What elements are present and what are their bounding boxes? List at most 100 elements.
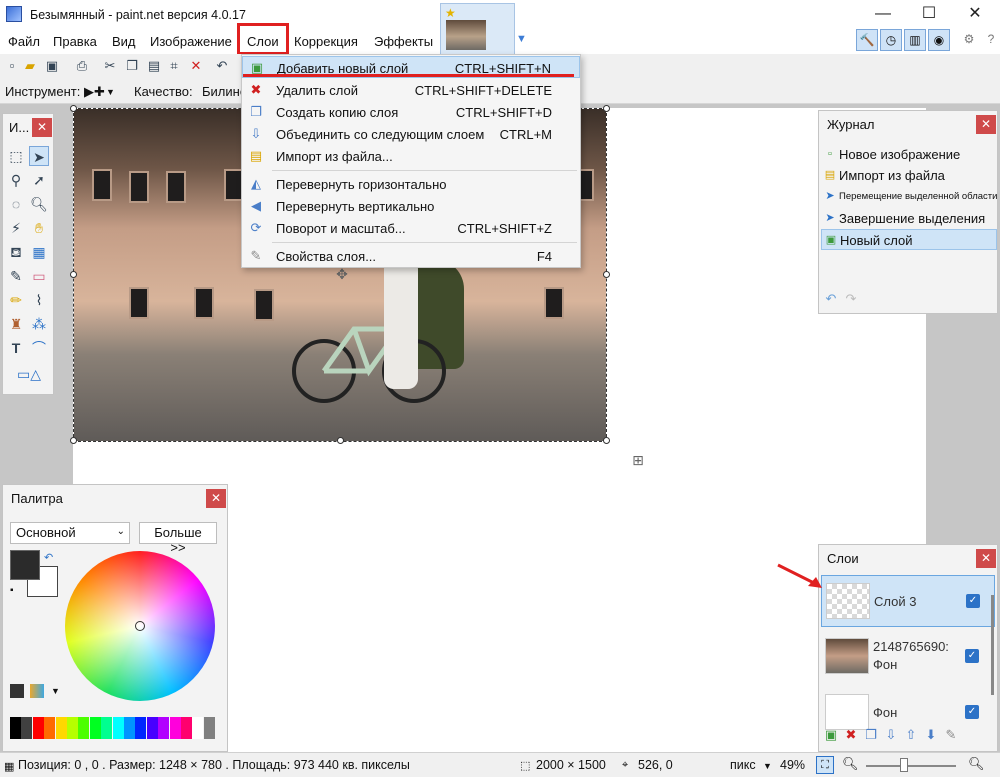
history-undo-icon[interactable]: ↶ (823, 291, 839, 307)
add-color-icon[interactable] (10, 684, 24, 698)
magic-wand-icon[interactable]: ⚡︎ (6, 218, 26, 238)
open-file-icon[interactable]: ▰ (22, 58, 38, 74)
move-selected-icon[interactable]: ➤ (29, 146, 49, 166)
palette-swatch[interactable] (146, 717, 158, 739)
merge-down-icon[interactable]: ⇩ (883, 727, 899, 743)
layers-panel-close-button[interactable]: ✕ (976, 549, 996, 568)
recolor-icon[interactable]: ⁂ (29, 314, 49, 334)
delete-layer-icon[interactable]: ✖ (843, 727, 859, 743)
primary-color-swatch[interactable] (10, 550, 40, 580)
crop-icon[interactable]: ⌗ (166, 58, 182, 74)
palette-menu-icon[interactable] (30, 684, 44, 698)
palette-swatch[interactable] (21, 717, 33, 739)
palette-swatch[interactable] (181, 717, 192, 739)
paintbrush-icon[interactable]: ✎ (6, 266, 26, 286)
layer-visibility-checkbox[interactable]: ✓ (965, 705, 979, 719)
selection-handle[interactable] (603, 437, 610, 444)
menu-item-layer-properties[interactable]: ✎ Свойства слоя... F4 (242, 245, 580, 267)
fit-window-icon[interactable]: ⛶ (816, 756, 834, 774)
pan-icon[interactable]: ✋︎ (29, 218, 49, 238)
palette-swatch[interactable] (124, 717, 135, 739)
maximize-button[interactable]: ☐ (906, 0, 952, 30)
close-window-button[interactable]: ✕ (952, 0, 998, 30)
move-layer-down-icon[interactable]: ⬇ (923, 727, 939, 743)
color-wheel-picker[interactable] (135, 621, 145, 631)
shapes-icon[interactable]: ▭△ (9, 364, 49, 384)
palette-dropdown-icon[interactable]: ▼ (51, 686, 60, 696)
palette-swatch[interactable] (10, 717, 21, 739)
history-item[interactable]: ▤ Импорт из файла (821, 165, 997, 186)
layers-scrollbar[interactable] (991, 595, 994, 695)
selection-handle[interactable] (603, 105, 610, 112)
palette-swatch[interactable] (32, 717, 44, 739)
menu-item-flip-horizontal[interactable]: ◭ Перевернуть горизонтально (242, 173, 580, 195)
colors-toggle-icon[interactable]: ◉ (928, 29, 950, 51)
color-picker-icon[interactable]: ⌇ (29, 290, 49, 310)
paste-icon[interactable]: ▤ (146, 58, 162, 74)
selection-handle[interactable] (70, 271, 77, 278)
palette-swatch[interactable] (55, 717, 67, 739)
menu-item-flip-vertical[interactable]: ◀ Перевернуть вертикально (242, 195, 580, 217)
paint-bucket-icon[interactable]: ⛾ (6, 242, 26, 262)
menu-adjustments[interactable]: Коррекция (294, 34, 358, 49)
selection-handle[interactable] (70, 437, 77, 444)
ellipse-select-icon[interactable]: ◌ (6, 194, 26, 214)
clone-stamp-icon[interactable]: ♜ (6, 314, 26, 334)
eraser-icon[interactable]: ▭ (29, 266, 49, 286)
text-tool-icon[interactable]: T (6, 338, 26, 358)
layer-visibility-checkbox[interactable]: ✓ (965, 649, 979, 663)
palette-swatch[interactable] (169, 717, 181, 739)
gradient-icon[interactable]: ▦ (29, 242, 49, 262)
palette-swatch[interactable] (203, 717, 215, 739)
settings-gear-icon[interactable]: ⚙ (958, 29, 980, 51)
move-layer-up-icon[interactable]: ⇧ (903, 727, 919, 743)
palette-swatch[interactable] (44, 717, 56, 739)
zoom-value[interactable]: 49% (780, 758, 805, 772)
menu-edit[interactable]: Правка (53, 34, 97, 49)
history-toggle-icon[interactable]: ◷ (880, 29, 902, 51)
rect-select-icon[interactable]: ⬚ (6, 146, 26, 166)
minimize-button[interactable]: — (860, 0, 906, 30)
units-dropdown-icon[interactable]: ▼ (763, 761, 772, 771)
more-colors-button[interactable]: Больше >> (139, 522, 217, 555)
current-tool-icon[interactable]: ▶✚ (84, 84, 105, 100)
palette-swatch[interactable] (112, 717, 124, 739)
zoom-out-icon[interactable]: 🔍︎ (842, 756, 859, 772)
undo-icon[interactable]: ↶ (214, 58, 230, 74)
palette-swatch[interactable] (67, 717, 78, 739)
history-redo-icon[interactable]: ↷ (843, 291, 859, 307)
palette-swatch[interactable] (192, 717, 204, 739)
help-icon[interactable]: ? (980, 29, 1000, 51)
menu-view[interactable]: Вид (112, 34, 136, 49)
menu-file[interactable]: Файл (8, 34, 40, 49)
reset-colors-icon[interactable]: ▪ (10, 585, 14, 596)
layer-visibility-checkbox[interactable]: ✓ (966, 594, 980, 608)
palette-mode-select[interactable]: Основной ⌄ (10, 522, 130, 544)
history-item[interactable]: ➤ Завершение выделения (821, 208, 997, 229)
save-icon[interactable]: ▣ (44, 58, 60, 74)
palette-swatch[interactable] (135, 717, 147, 739)
tab-dropdown-icon[interactable]: ▼ (516, 33, 527, 45)
menu-image[interactable]: Изображение (150, 34, 232, 49)
history-item[interactable]: ➤ Перемещение выделенной области (821, 186, 997, 207)
menu-effects[interactable]: Эффекты (374, 34, 433, 49)
copy-icon[interactable]: ❐ (124, 58, 140, 74)
units-select[interactable]: пикс (730, 758, 756, 772)
zoom-slider-track[interactable] (866, 765, 956, 767)
layers-toggle-icon[interactable]: ▥ (904, 29, 926, 51)
layer-row-selected[interactable]: Слой 3 ✓ (821, 575, 995, 627)
zoom-in-icon[interactable]: 🔍︎ (968, 756, 985, 772)
layer-row[interactable]: 2148765690: Фон ✓ (821, 631, 995, 683)
swap-colors-icon[interactable]: ↶ (44, 551, 53, 564)
palette-swatch[interactable] (78, 717, 90, 739)
line-curve-icon[interactable]: ⌒ (29, 338, 49, 358)
palette-swatch[interactable] (89, 717, 101, 739)
tool-dropdown-icon[interactable]: ▼ (106, 87, 115, 97)
menu-item-duplicate-layer[interactable]: ❐ Создать копию слоя CTRL+SHIFT+D (242, 101, 580, 123)
image-tab[interactable]: ★ (440, 3, 515, 55)
layer-properties-icon[interactable]: ✎ (943, 727, 959, 743)
tools-toggle-icon[interactable]: 🔨 (856, 29, 878, 51)
selection-handle[interactable] (337, 437, 344, 444)
menu-item-import-file[interactable]: ▤ Импорт из файла... (242, 145, 580, 167)
deselect-icon[interactable]: ✕ (188, 58, 204, 74)
